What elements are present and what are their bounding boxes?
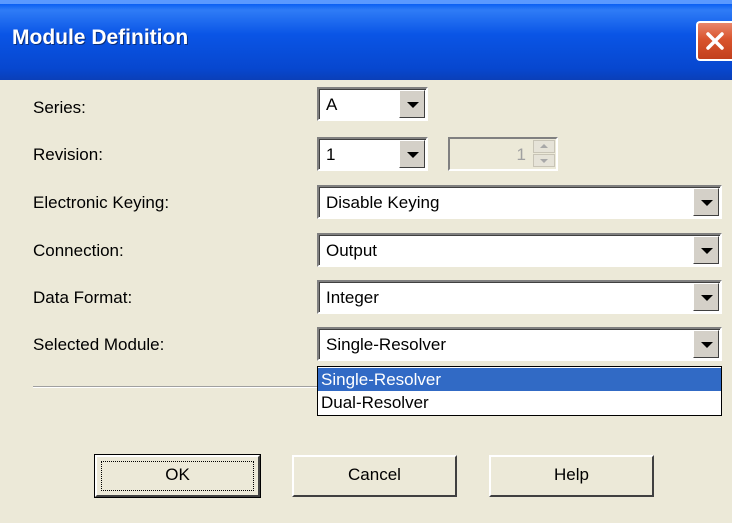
data-format-select[interactable]: Integer [317,280,722,314]
separator-line [33,386,318,388]
title-bar[interactable]: Module Definition [0,0,732,80]
series-value: A [326,95,338,114]
help-button[interactable]: Help [489,455,654,497]
close-icon [706,32,724,50]
electronic-keying-value: Disable Keying [326,193,440,212]
revision-minor-spinner: 1 [448,137,558,171]
ok-button[interactable]: OK [94,454,261,498]
connection-value: Output [326,241,378,260]
revision-label: Revision: [33,145,103,164]
spin-down-icon [533,154,555,167]
selected-module-label: Selected Module: [33,335,165,354]
revision-value: 1 [326,145,336,164]
electronic-keying-label: Electronic Keying: [33,193,170,212]
connection-dropdown-arrow-icon[interactable] [693,236,719,264]
data-format-dropdown-arrow-icon[interactable] [693,283,719,311]
revision-select[interactable]: 1 [317,137,428,171]
revision-minor-value: 1 [516,145,526,164]
series-label: Series: [33,98,86,117]
spin-up-icon [533,140,555,153]
selected-module-dropdown-list[interactable]: Single-Resolver Dual-Resolver [317,366,722,416]
electronic-keying-select[interactable]: Disable Keying [317,185,722,219]
selected-module-value: Single-Resolver [326,335,446,354]
cancel-button[interactable]: Cancel [292,455,457,497]
connection-select[interactable]: Output [317,233,722,267]
connection-label: Connection: [33,241,124,260]
electronic-keying-dropdown-arrow-icon[interactable] [693,188,719,216]
series-select[interactable]: A [317,87,428,121]
close-button[interactable] [696,21,732,61]
data-format-label: Data Format: [33,288,133,307]
selected-module-dropdown-arrow-icon[interactable] [693,330,719,358]
revision-dropdown-arrow-icon[interactable] [399,140,425,168]
series-dropdown-arrow-icon[interactable] [399,90,425,118]
dropdown-option-single-resolver[interactable]: Single-Resolver [318,368,721,391]
selected-module-select[interactable]: Single-Resolver [317,327,722,361]
window-title: Module Definition [12,26,189,49]
dropdown-option-dual-resolver[interactable]: Dual-Resolver [318,391,721,414]
data-format-value: Integer [326,288,379,307]
